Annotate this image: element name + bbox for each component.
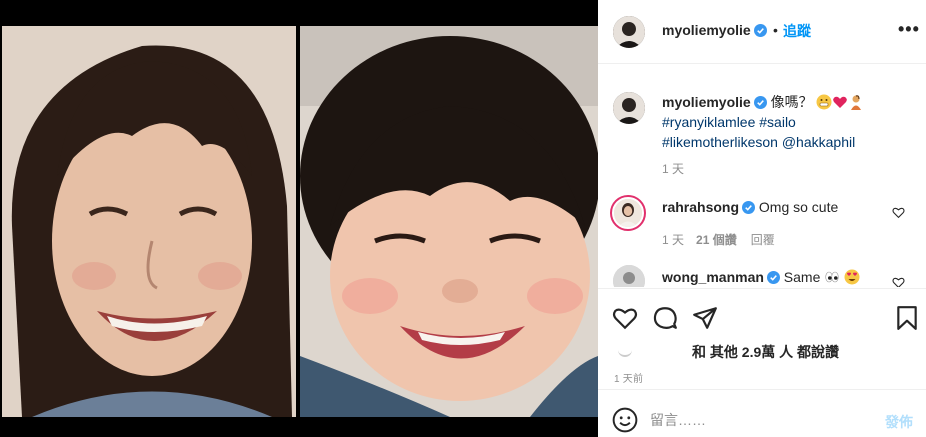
post-time[interactable]: 1 天前 [614, 370, 643, 385]
verified-badge-icon [753, 96, 767, 109]
photo-toddler [300, 26, 598, 417]
bookmark-icon[interactable] [894, 305, 920, 331]
post-comment-button[interactable]: 發佈 [885, 412, 913, 432]
heart-icon[interactable] [612, 305, 638, 331]
comment-like-heart-icon[interactable] [892, 206, 905, 219]
reply-button[interactable]: 回覆 [751, 233, 775, 247]
share-icon[interactable] [692, 305, 718, 331]
caption-hashtags-line1[interactable]: #ryanyiklamlee #sailo [662, 114, 796, 130]
post-header: myoliemyolie • 追蹤 ••• [598, 0, 926, 64]
comment-body: Omg so cute [758, 199, 839, 215]
comment-like-heart-icon[interactable] [892, 276, 905, 287]
comment-compose: 發佈 [598, 389, 926, 437]
comment-icon[interactable] [652, 305, 678, 331]
comment-input[interactable] [650, 410, 870, 430]
comment-avatar[interactable] [610, 195, 646, 231]
caption-username[interactable]: myoliemyolie [662, 94, 751, 110]
comment-meta: 1 天 21 個讚 回覆 [662, 231, 775, 248]
verified-badge-icon [742, 201, 756, 214]
comment-body: Same [783, 269, 821, 285]
author-username[interactable]: myoliemyolie [662, 22, 767, 38]
more-options-icon[interactable]: ••• [898, 19, 920, 40]
comment-avatar[interactable] [613, 265, 645, 287]
verified-badge-icon [753, 24, 767, 37]
eyes-emoji-icon [825, 271, 839, 283]
post-actions: 和 其他 2.9萬 人 都說讚 1 天前 [598, 288, 926, 388]
caption-hashtags-line2[interactable]: #likemotherlikeson [662, 134, 778, 150]
header-separator: • [773, 22, 778, 38]
verified-badge-icon [766, 271, 780, 284]
follow-button[interactable]: 追蹤 [783, 21, 811, 41]
person-bowing-emoji-icon [851, 95, 862, 110]
red-heart-emoji-icon [833, 96, 848, 108]
author-username-text[interactable]: myoliemyolie [662, 22, 751, 38]
caption-mention[interactable]: @hakkaphil [782, 134, 855, 150]
heart-eyes-emoji-icon [844, 269, 860, 285]
caption-time[interactable]: 1 天 [662, 160, 684, 177]
caption-text: myoliemyolie 像嗎？ #ryanyiklamlee #sailo #… [662, 92, 912, 152]
comments-list[interactable]: myoliemyolie 像嗎？ #ryanyiklamlee #sailo #… [598, 65, 926, 287]
likes-count[interactable]: 和 其他 2.9萬 人 都說讚 [692, 342, 839, 362]
comment-likes[interactable]: 21 個讚 [696, 233, 737, 247]
caption-body: 像嗎？ [770, 94, 813, 110]
caption-avatar[interactable] [613, 92, 645, 124]
comment-text: rahrahsong Omg so cute [662, 199, 838, 215]
comment-username[interactable]: wong_manman [662, 269, 764, 285]
comment-username[interactable]: rahrahsong [662, 199, 739, 215]
photo-girl [2, 26, 296, 417]
smile-emoji-icon[interactable] [612, 407, 638, 433]
liker-avatar[interactable] [618, 349, 632, 357]
author-avatar[interactable] [613, 16, 645, 48]
post-media[interactable] [0, 0, 598, 437]
post-side-panel: myoliemyolie • 追蹤 ••• myoliemyolie 像嗎？ #… [598, 0, 926, 437]
comment-time[interactable]: 1 天 [662, 233, 684, 247]
grimacing-emoji-icon [816, 94, 832, 110]
comment-text: wong_manman Same [662, 269, 860, 285]
